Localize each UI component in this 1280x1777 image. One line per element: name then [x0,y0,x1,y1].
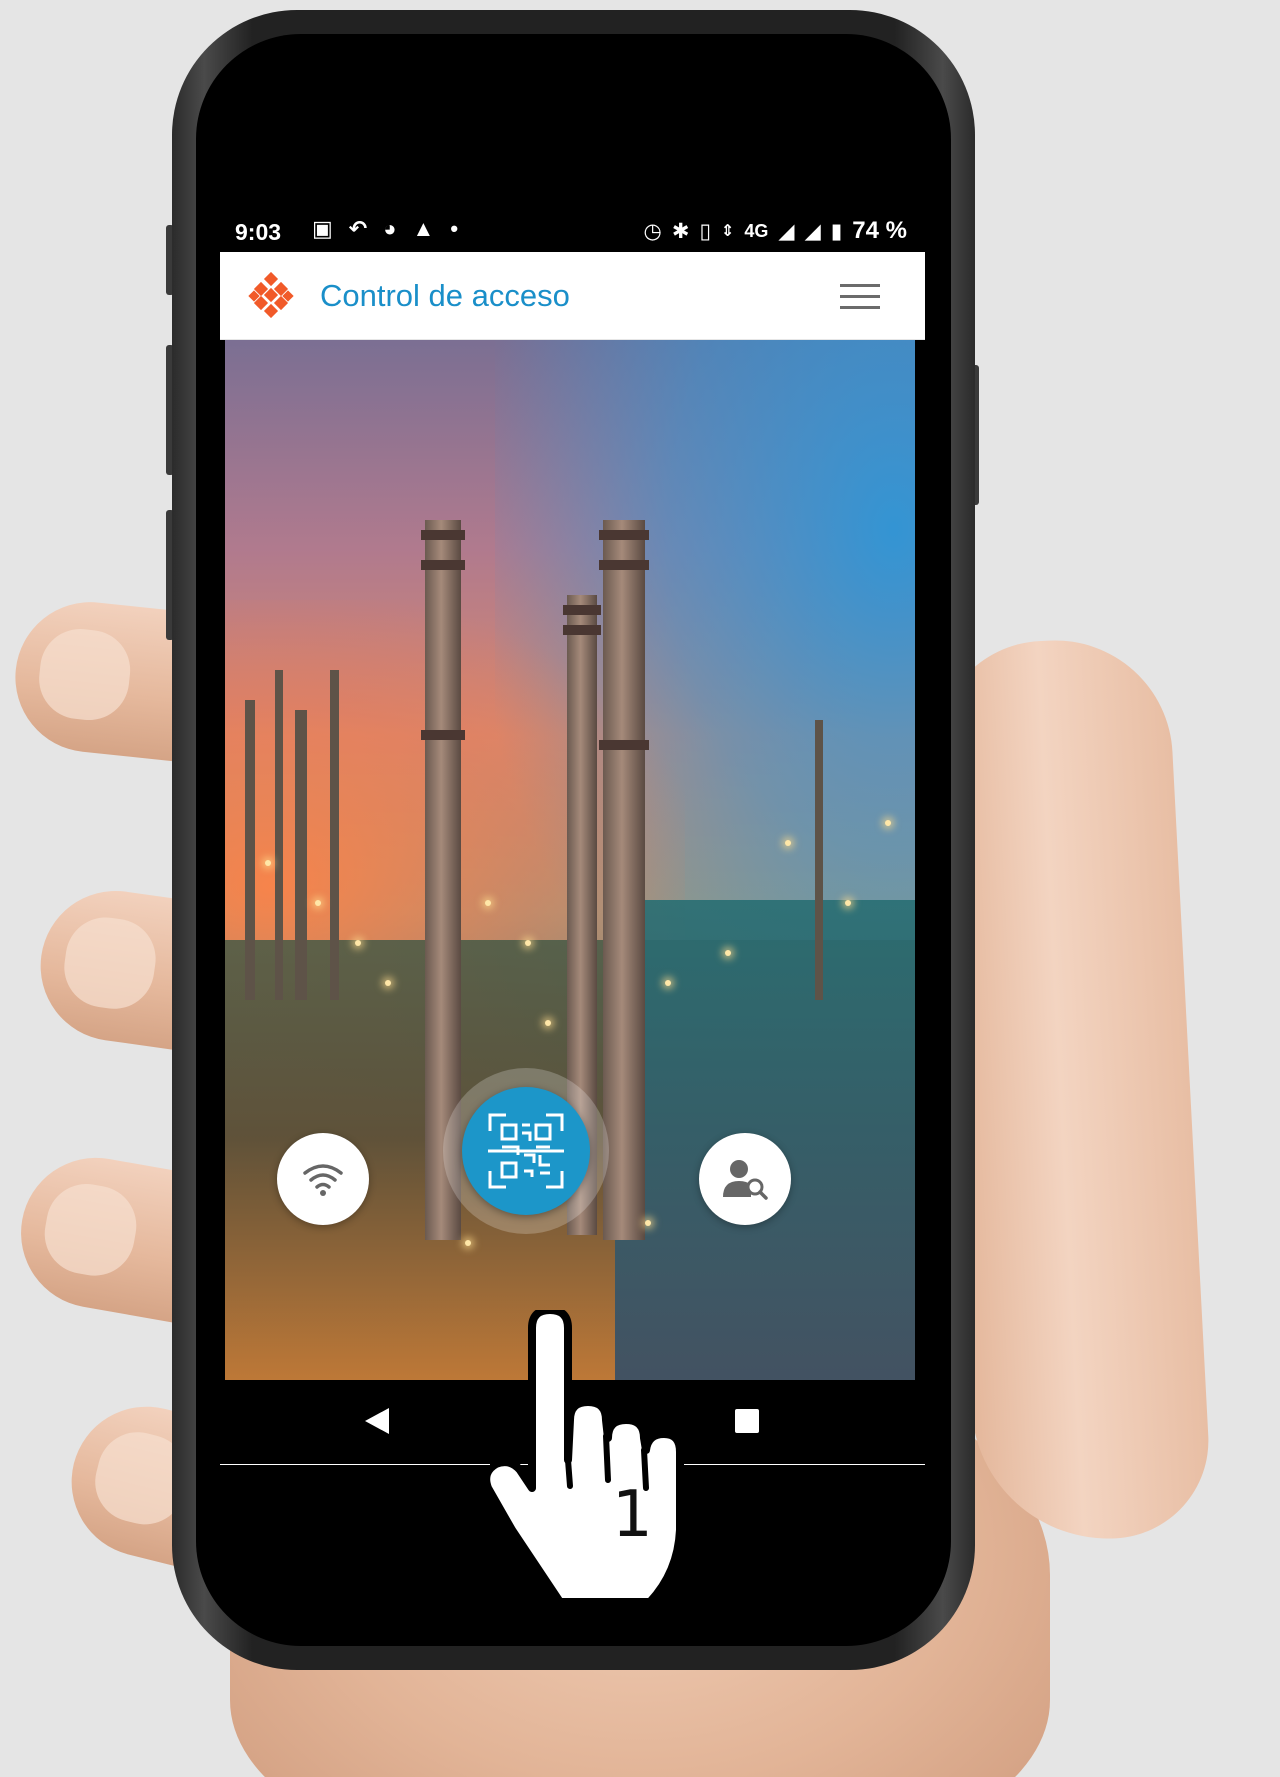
alarm-icon: ◷ [643,219,662,243]
signal-icon: ◢ [778,219,795,243]
recent-apps-square-icon[interactable] [735,1409,759,1433]
back-triangle-icon[interactable] [365,1408,389,1434]
hand-pointer-icon [490,1310,684,1606]
step-number-label: 1 [612,1478,653,1552]
wifi-icon [303,1164,343,1196]
battery-icon: ▮ [830,219,843,243]
network-type: 4G [744,220,769,241]
qr-scan-button[interactable] [462,1087,590,1215]
phone-screen: 9:03 ▣ ↶ ◕ ▲ • ◷ ✱ ▯ ⇕ 4G ◢ ◢ ▮ 74 % Con… [220,210,925,1465]
wifi-button[interactable] [277,1133,369,1225]
user-search-button[interactable] [699,1133,791,1225]
app-bar: Control de acceso [220,252,925,340]
vibrate-icon: ▯ [699,219,711,243]
hero-refinery-image [225,340,915,1380]
status-time: 9:03 [235,219,282,245]
qr-scan-icon [488,1113,564,1189]
battery-percent: 74 % [852,217,907,244]
status-icons-left: ▣ ↶ ◕ ▲ • [312,216,458,242]
drive-icon: ▲ [412,216,435,241]
missed-call-icon: ↶ [348,216,368,241]
hamburger-menu-icon[interactable] [840,284,880,310]
bluetooth-icon: ✱ [671,219,690,243]
clock-circle-icon: ◕ [383,216,397,241]
signal-icon: ◢ [804,219,821,243]
image-icon: ▣ [312,216,333,241]
data-arrows-icon: ⇕ [721,223,735,240]
dot-icon: • [450,216,459,241]
app-title: Control de acceso [320,278,570,313]
status-bar: 9:03 ▣ ↶ ◕ ▲ • ◷ ✱ ▯ ⇕ 4G ◢ ◢ ▮ 74 % [220,210,925,250]
status-icons-right: ◷ ✱ ▯ ⇕ 4G ◢ ◢ ▮ 74 % [644,217,908,245]
user-search-icon [723,1160,768,1200]
diamond-logo-icon [248,272,294,318]
